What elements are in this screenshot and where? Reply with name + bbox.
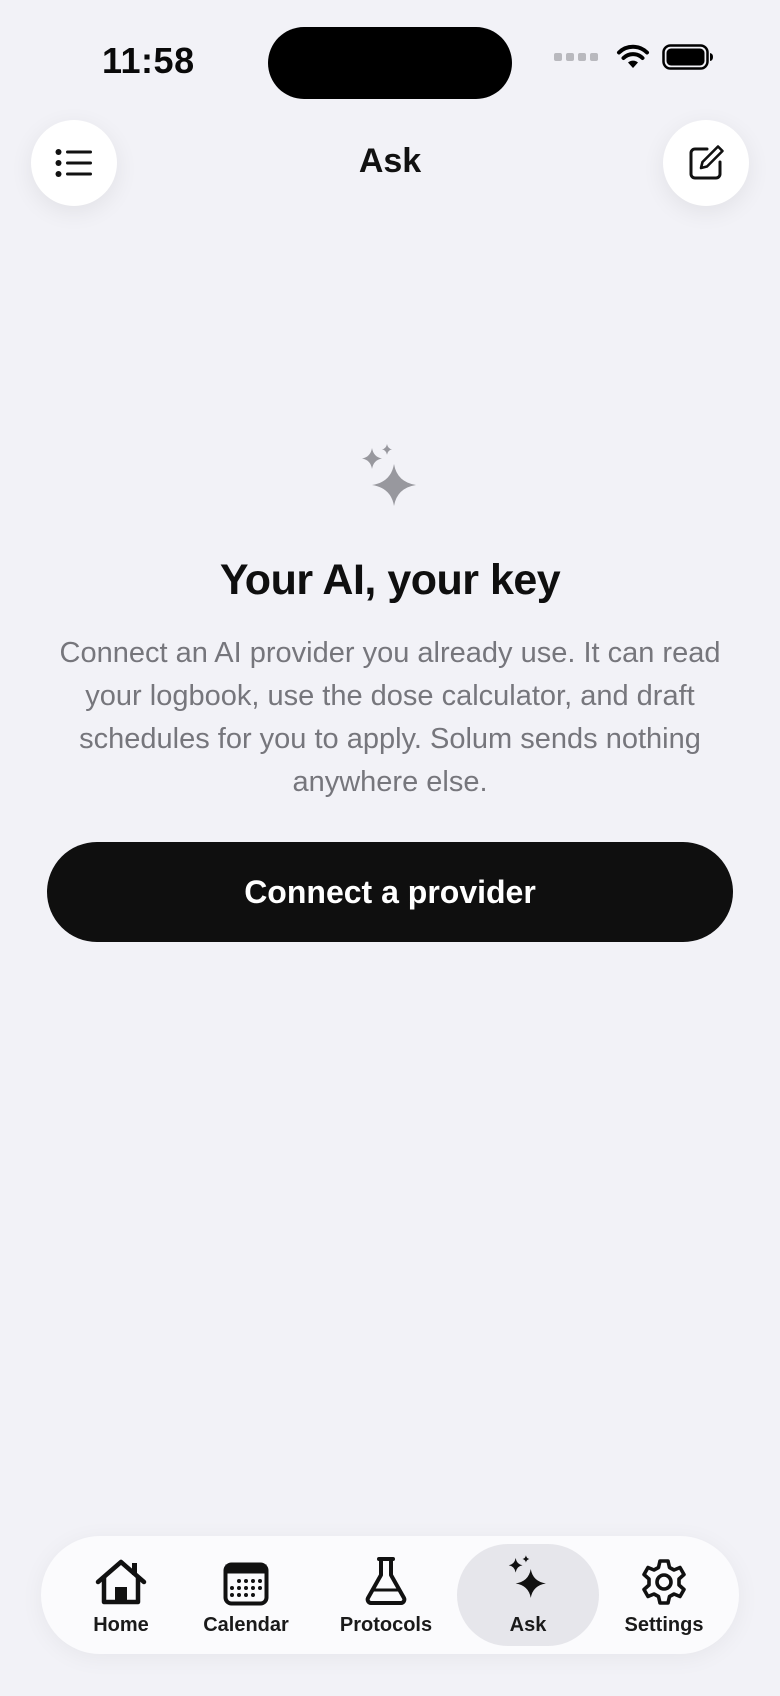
tab-label: Home [93,1614,149,1636]
tab-home[interactable]: Home [71,1544,171,1646]
empty-state-description: Connect an AI provider you already use. … [59,637,721,798]
new-chat-button[interactable] [663,120,749,206]
tab-calendar[interactable]: Calendar [191,1544,301,1646]
tab-bar: Home Calendar Protocols Ask Settings [41,1536,739,1654]
sparkles-icon [508,1555,546,1598]
calendar-icon [223,1562,269,1606]
dynamic-island [268,27,512,99]
sparkles-icon [362,444,416,506]
tab-label: Settings [624,1614,704,1636]
tab-label: Protocols [339,1614,433,1636]
status-time: 11:58 [102,40,195,81]
compose-icon [689,145,724,180]
empty-state-title: Your AI, your key [219,556,561,604]
status-indicators [554,44,714,70]
tab-label: Calendar [203,1614,289,1636]
tab-label: Ask [509,1614,547,1636]
battery-icon [662,44,713,70]
tab-settings[interactable]: Settings [609,1544,719,1646]
flask-icon [365,1557,407,1605]
wifi-icon [617,44,649,68]
connect-provider-button[interactable]: Connect a provider [47,842,733,942]
tab-protocols[interactable]: Protocols [331,1544,441,1646]
tab-ask[interactable]: Ask [457,1544,599,1646]
gear-icon [642,1559,686,1605]
house-icon [95,1559,147,1605]
cellular-signal-icon [554,53,598,61]
